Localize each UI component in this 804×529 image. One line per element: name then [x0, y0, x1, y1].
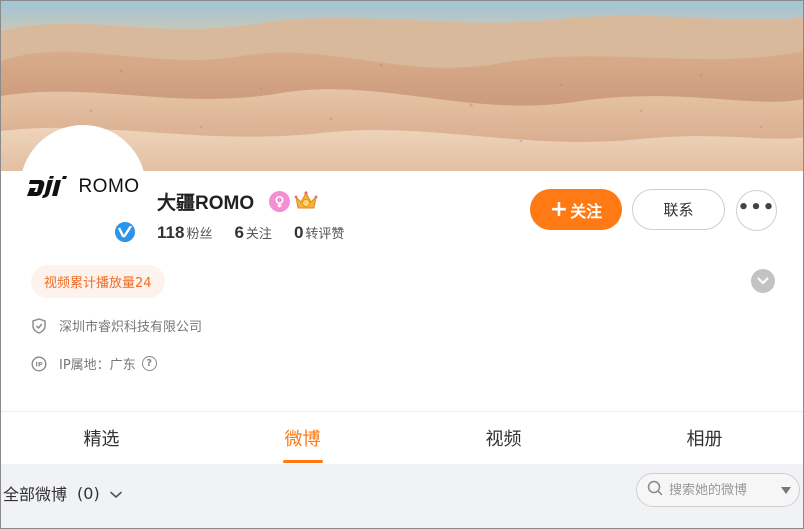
- more-button[interactable]: •••: [736, 190, 777, 231]
- follow-button-label: 关注: [570, 201, 603, 221]
- profile-page: ROMO 大疆ROMO 118 粉丝 6 关注 0 转评赞 + 关注 联系 ••…: [0, 0, 804, 529]
- tab-label: 相册: [686, 429, 723, 450]
- weibo-filter-dropdown[interactable]: 全部微博 (0): [3, 481, 122, 505]
- female-icon: [269, 191, 290, 212]
- expand-chevron-icon[interactable]: [751, 269, 775, 293]
- tab-label: 精选: [83, 429, 120, 450]
- search-input[interactable]: [669, 482, 769, 498]
- filter-label: 全部微博: [3, 485, 68, 504]
- profile-stats: 118 粉丝 6 关注 0 转评赞: [157, 223, 366, 243]
- section-divider: [1, 411, 803, 412]
- stat-number: 6: [234, 223, 244, 242]
- chevron-down-icon: [109, 484, 122, 503]
- contact-button[interactable]: 联系: [632, 189, 725, 230]
- profile-name: 大疆ROMO: [157, 193, 255, 214]
- filter-count: (0): [77, 483, 100, 503]
- verified-icon: [113, 220, 137, 244]
- stat-number: 0: [293, 223, 304, 242]
- search-options-caret-icon[interactable]: [781, 487, 791, 494]
- stat-number: 118: [157, 223, 185, 242]
- stat-label: 粉丝: [186, 227, 213, 242]
- ip-location-icon: IP: [31, 355, 47, 372]
- svg-text:IP: IP: [35, 360, 42, 368]
- ip-location-info: IP IP属地：广东 ?: [31, 354, 157, 373]
- stat-following[interactable]: 6 关注: [234, 223, 271, 243]
- stat-followers[interactable]: 118 粉丝: [157, 223, 212, 243]
- brand-logo: ROMO: [26, 176, 139, 198]
- stat-reposts[interactable]: 0 转评赞: [294, 223, 344, 243]
- help-icon[interactable]: ?: [141, 356, 157, 371]
- stat-label: 转评赞: [305, 227, 345, 242]
- plus-icon: +: [549, 196, 569, 222]
- tab-featured[interactable]: 精选: [1, 413, 202, 463]
- search-box[interactable]: [636, 473, 800, 507]
- search-icon: [647, 480, 663, 500]
- dji-logo-icon: [27, 176, 68, 198]
- more-dots-icon: •••: [737, 196, 776, 218]
- company-info: 深圳市睿炽科技有限公司: [31, 316, 202, 335]
- profile-tabs: 精选 微博 视频 相册: [1, 413, 803, 463]
- ip-location-text: IP属地：广东: [59, 358, 136, 373]
- tab-albums[interactable]: 相册: [604, 413, 803, 463]
- tab-videos[interactable]: 视频: [403, 413, 604, 463]
- tab-label: 微博: [284, 429, 321, 450]
- shield-icon: [31, 317, 47, 334]
- stat-label: 关注: [245, 227, 272, 242]
- avatar-brand-text: ROMO: [78, 176, 140, 197]
- tab-weibo[interactable]: 微博: [202, 413, 403, 463]
- contact-button-label: 联系: [663, 201, 694, 219]
- play-count-tag: 视频累计播放量24: [31, 265, 165, 298]
- tab-label: 视频: [485, 429, 522, 450]
- feed-filter-bar: 全部微博 (0): [1, 464, 803, 528]
- crown-badge-icon[interactable]: [293, 189, 319, 213]
- company-name: 深圳市睿炽科技有限公司: [59, 320, 203, 335]
- follow-button[interactable]: + 关注: [530, 189, 622, 230]
